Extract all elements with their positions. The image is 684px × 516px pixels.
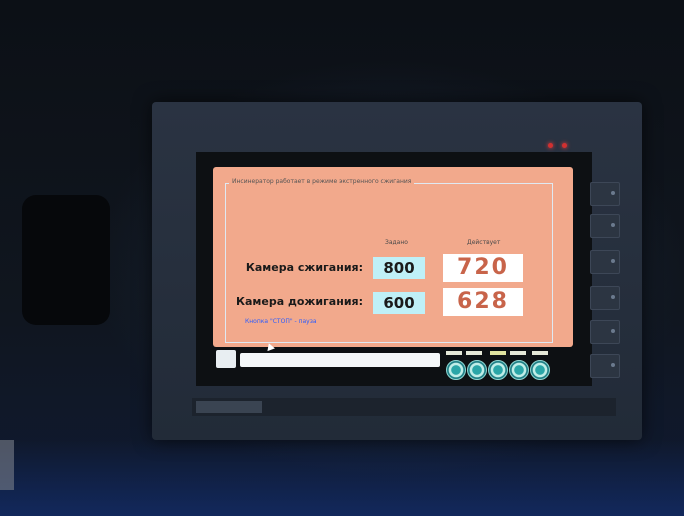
actual-value-combustion: 720 [443, 254, 523, 282]
wall-device [22, 195, 110, 325]
brand-strip [192, 398, 616, 416]
stop-hint: Кнопка "СТОП" - пауза [245, 318, 317, 325]
side-key-1[interactable] [590, 182, 620, 206]
column-set-header: Задано [385, 239, 408, 246]
function-button-5[interactable] [530, 360, 550, 380]
key-dot-icon [611, 259, 615, 263]
key-dot-icon [611, 329, 615, 333]
side-key-5[interactable] [590, 320, 620, 344]
row-label-combustion: Камера сжигания: [245, 261, 363, 274]
status-message: Инсинератор работает в режиме экстренног… [229, 178, 415, 185]
screen-tab-4[interactable] [510, 351, 526, 355]
set-value-afterburner[interactable]: 600 [373, 292, 425, 314]
key-dot-icon [611, 223, 615, 227]
column-actual-header: Действует [467, 239, 501, 246]
alarm-bell-icon[interactable] [216, 350, 236, 368]
row-label-afterburner: Камера дожигания: [235, 295, 363, 308]
power-led-icon [548, 143, 553, 148]
side-key-6[interactable] [590, 354, 620, 378]
brand-logo [196, 401, 262, 413]
function-button-2[interactable] [467, 360, 487, 380]
floor-glow [0, 440, 684, 516]
function-button-1[interactable] [446, 360, 466, 380]
function-button-3[interactable] [488, 360, 508, 380]
function-button-4[interactable] [509, 360, 529, 380]
actual-value-afterburner: 628 [443, 288, 523, 316]
key-dot-icon [611, 191, 615, 195]
screen-tab-1[interactable] [446, 351, 462, 355]
set-value-combustion[interactable]: 800 [373, 257, 425, 279]
side-key-4[interactable] [590, 286, 620, 310]
run-led-icon [562, 143, 567, 148]
message-bar [240, 353, 440, 367]
key-dot-icon [611, 363, 615, 367]
edge-glint [0, 440, 14, 490]
screen-tab-3[interactable] [490, 351, 506, 355]
control-panel: Инсинератор работает в режиме экстренног… [213, 167, 573, 347]
side-key-3[interactable] [590, 250, 620, 274]
screen-tab-2[interactable] [466, 351, 482, 355]
screen-tab-5[interactable] [532, 351, 548, 355]
side-key-2[interactable] [590, 214, 620, 238]
key-dot-icon [611, 295, 615, 299]
